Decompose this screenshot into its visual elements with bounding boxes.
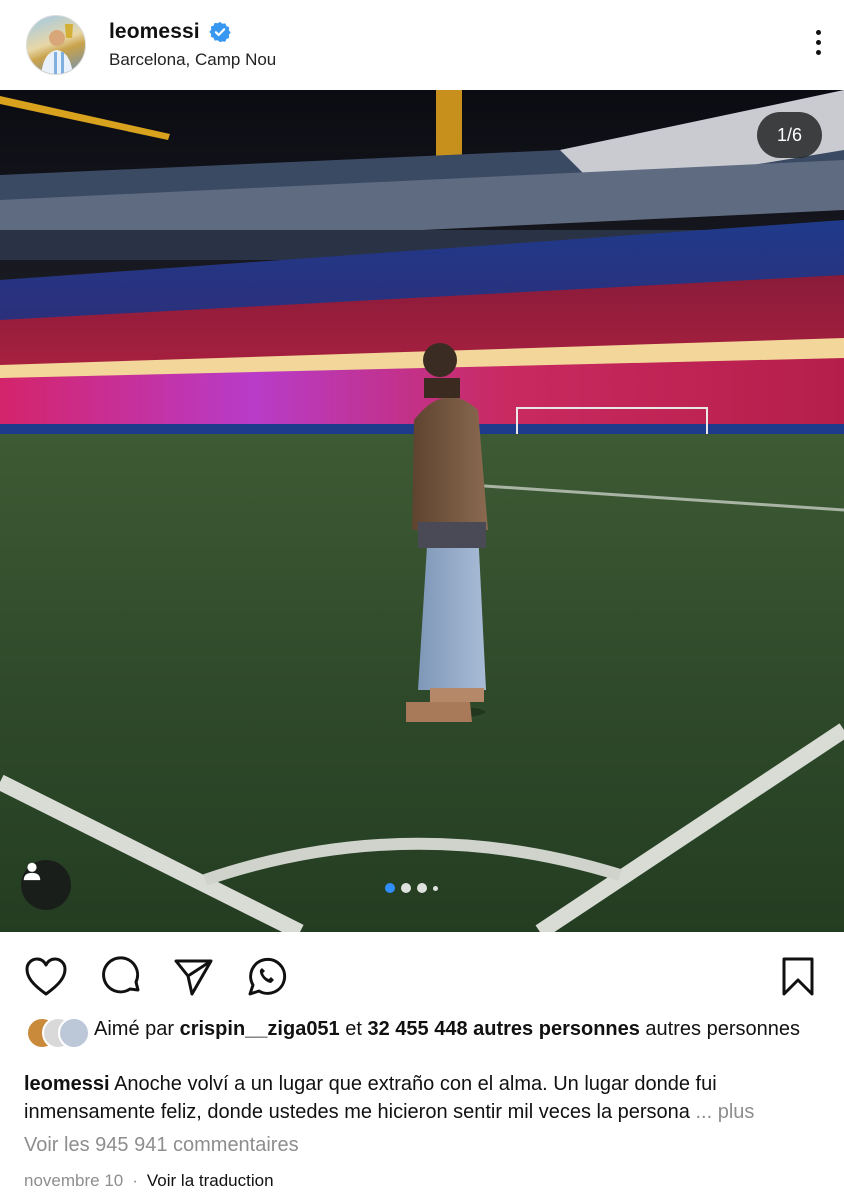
send-icon[interactable] <box>170 954 216 1000</box>
heart-icon[interactable] <box>23 954 69 1000</box>
view-comments-link[interactable]: Voir les 945 941 commentaires <box>24 1134 299 1157</box>
tagged-people-button[interactable] <box>21 860 71 910</box>
comment-icon[interactable] <box>98 954 144 1000</box>
image-counter: 1/6 <box>757 112 822 158</box>
likes-count[interactable]: 32 455 448 autres personnes <box>367 1018 639 1040</box>
username[interactable]: leomessi <box>109 20 200 44</box>
liker-avatars[interactable] <box>26 1017 90 1049</box>
verified-badge-icon <box>209 21 231 43</box>
location-label[interactable]: Barcelona, Camp Nou <box>109 50 276 70</box>
whatsapp-icon[interactable] <box>243 954 289 1000</box>
carousel-dot <box>433 885 438 891</box>
stadium-photo <box>0 90 844 932</box>
carousel-indicator <box>385 883 438 893</box>
translate-link[interactable]: Voir la traduction <box>147 1171 274 1191</box>
post-date: novembre 10 <box>24 1171 124 1190</box>
carousel-dot <box>385 883 395 893</box>
caption-text: Anoche volví a un lugar que extraño con … <box>24 1073 717 1123</box>
caption-username[interactable]: leomessi <box>24 1073 110 1095</box>
liker-username[interactable]: crispin__ziga051 <box>180 1018 340 1040</box>
avatar[interactable] <box>26 15 86 75</box>
caption-more-link[interactable]: ... plus <box>695 1101 754 1123</box>
post-image[interactable]: 1/6 <box>0 90 844 932</box>
likes-connector: et <box>339 1018 368 1040</box>
post-footer: novembre 10 · Voir la traduction <box>24 1171 274 1191</box>
carousel-dot <box>401 883 411 893</box>
carousel-dot <box>417 883 427 893</box>
likes-text: Aimé par crispin__ziga051 et 32 455 448 … <box>26 1015 826 1043</box>
avatar <box>58 1017 90 1049</box>
person-icon <box>23 862 41 881</box>
more-options-icon[interactable] <box>806 22 830 62</box>
likes-suffix: autres personnes <box>639 1018 800 1040</box>
likes-section: Aimé par crispin__ziga051 et 32 455 448 … <box>26 1015 826 1049</box>
action-bar <box>0 940 844 1012</box>
likes-prefix: Aimé par <box>94 1018 180 1040</box>
separator: · <box>132 1171 138 1190</box>
caption: leomessi Anoche volví a un lugar que ext… <box>24 1070 824 1126</box>
bookmark-icon[interactable] <box>775 954 821 1000</box>
post-header: leomessi Barcelona, Camp Nou <box>0 0 844 90</box>
